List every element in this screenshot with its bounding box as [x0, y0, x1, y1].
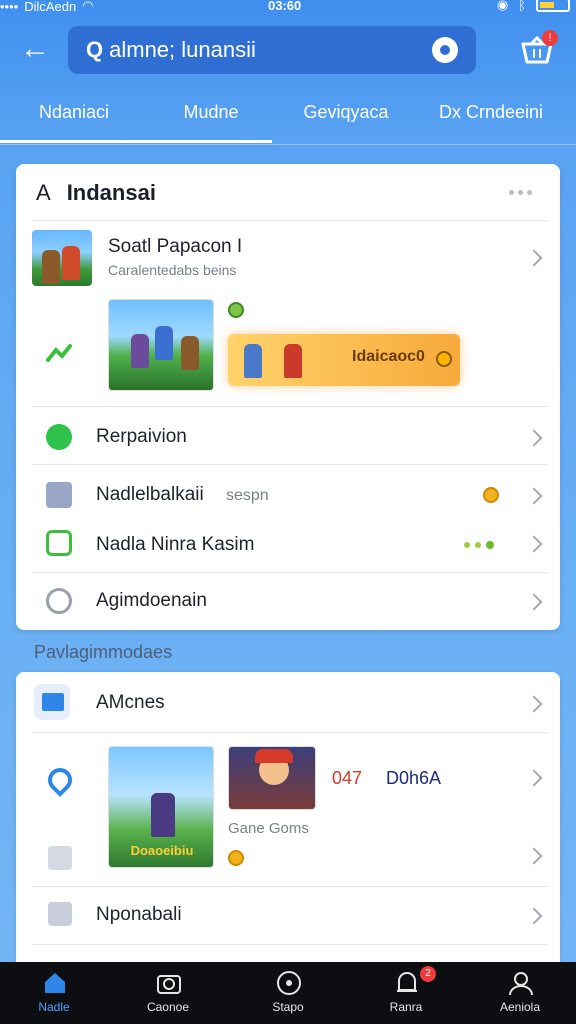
game-screenshot[interactable] [108, 299, 214, 391]
card-title-text: Indansai [66, 180, 156, 205]
search-query: almne; lunansii [109, 37, 256, 62]
tab-divider [0, 144, 576, 145]
nav-camera[interactable]: Caonoe [118, 962, 218, 1024]
bottom-navigation: Nadle Caonoe Stapo 2 Ranra Aeniola [0, 962, 576, 1024]
edit-icon [46, 530, 72, 556]
promo-banner[interactable]: Idaicaoc0 [228, 334, 460, 386]
list-item-label: Nadla Ninra Kasim [96, 534, 255, 555]
game-subtitle: Gane Goms [228, 820, 309, 837]
trend-icon [46, 344, 72, 362]
divider [32, 572, 549, 573]
main-card: A Indansai Soatl Papacon I Caralentedabs … [16, 164, 560, 630]
nav-label: Stapo [272, 1000, 304, 1014]
nav-label: Nadle [38, 1000, 70, 1014]
target-icon [277, 971, 301, 995]
chevron-right-icon [525, 695, 543, 713]
divider [32, 220, 549, 221]
list-item-label: Nponabali [96, 904, 182, 925]
featured-title: Soatl Papacon I [108, 236, 243, 257]
tab-bar: Ndaniaci Mudne Geviqyaca Dx Crndeeini [0, 92, 576, 144]
game-thumbnail-2[interactable] [228, 746, 316, 810]
camera-icon [157, 975, 181, 994]
cart-badge: ! [542, 30, 558, 46]
wifi-icon: ◠ [82, 0, 94, 13]
search-input[interactable]: Q almne; lunansii [68, 26, 476, 74]
chevron-right-icon [525, 429, 543, 447]
search-icon: Q [86, 37, 104, 62]
game-thumbnail-small [32, 230, 92, 286]
phone-icon [46, 424, 72, 450]
status-bar: •••• DilcAedn ◠ 03:60 ◉ ᛒ [0, 0, 576, 14]
folder-icon [42, 693, 64, 711]
battery-icon [536, 0, 570, 12]
score-blue: D0h6A [386, 768, 442, 788]
back-arrow-icon[interactable]: ← [18, 32, 52, 66]
featured-subtitle: Caralentedabs beins [108, 262, 237, 278]
coin-icon [436, 351, 452, 367]
status-dots-icon [464, 541, 494, 549]
list-item-extra: sespn [226, 487, 269, 504]
more-options-icon[interactable] [509, 190, 532, 195]
game-cover-art[interactable]: Doaoeibiu [108, 746, 214, 868]
nav-label: Aeniola [499, 1000, 541, 1014]
nav-alerts[interactable]: 2 Ranra [356, 962, 456, 1024]
bell-icon [397, 972, 417, 992]
divider [32, 944, 549, 945]
section-label: Pavlagimmodaes [34, 642, 173, 662]
edit-square-icon [48, 846, 72, 870]
nav-label: Ranra [389, 1000, 423, 1014]
nav-badge: 2 [420, 966, 436, 982]
mail-icon [46, 482, 72, 508]
nav-target[interactable]: Stapo [238, 962, 338, 1024]
list-item-label: AMcnes [96, 692, 165, 713]
home-icon [45, 973, 65, 993]
tab-dx-crndeeini[interactable]: Dx Crndeeini [436, 102, 546, 123]
nav-label: Caonoe [146, 1000, 190, 1014]
score-red: 047 [332, 768, 363, 788]
coin-icon [483, 487, 499, 503]
chevron-right-icon [525, 249, 543, 267]
nav-profile[interactable]: Aeniola [470, 962, 570, 1024]
divider [32, 406, 549, 407]
divider [32, 732, 549, 733]
nav-home[interactable]: Nadle [4, 962, 104, 1024]
list-item-label: Rerpaivion [96, 426, 187, 447]
list-item-label: Agimdoenain [96, 590, 207, 611]
chevron-right-icon [525, 593, 543, 611]
settings-gear-icon[interactable] [432, 37, 458, 63]
user-icon [509, 972, 533, 996]
active-tab-indicator [0, 140, 272, 143]
carrier-name: DilcAedn [24, 0, 77, 14]
coin-icon [228, 850, 244, 866]
tab-geviqyaca[interactable]: Geviqyaca [300, 102, 392, 123]
chevron-right-icon [525, 535, 543, 553]
tab-ndaniaci[interactable]: Ndaniaci [34, 102, 114, 123]
puzzle-icon [48, 902, 72, 926]
chevron-right-icon [525, 907, 543, 925]
chevron-right-icon [525, 769, 543, 787]
card-title-letter: A [36, 180, 51, 205]
promo-label: Idaicaoc0 [352, 348, 425, 365]
clock-icon [46, 588, 72, 614]
level-badge-icon [228, 302, 244, 318]
location-pin-icon [43, 763, 77, 797]
chevron-right-icon [525, 487, 543, 505]
game-cover-title: Doaoeibiu [130, 843, 194, 858]
list-item-label: Nadlelbalkaii [96, 484, 204, 505]
clock: 03:60 [268, 0, 302, 13]
location-icon: ◉ [496, 0, 509, 12]
tab-mudne[interactable]: Mudne [176, 102, 246, 123]
chevron-right-icon [525, 847, 543, 865]
folder-icon-bg [34, 684, 70, 720]
card-title: A Indansai [36, 180, 156, 206]
signal-icon: •••• [0, 0, 19, 14]
games-card: AMcnes Doaoeibiu Gane Goms 047 D0h6A Npo… [16, 672, 560, 972]
divider [32, 464, 549, 465]
bluetooth-icon: ᛒ [518, 0, 526, 13]
divider [32, 886, 549, 887]
